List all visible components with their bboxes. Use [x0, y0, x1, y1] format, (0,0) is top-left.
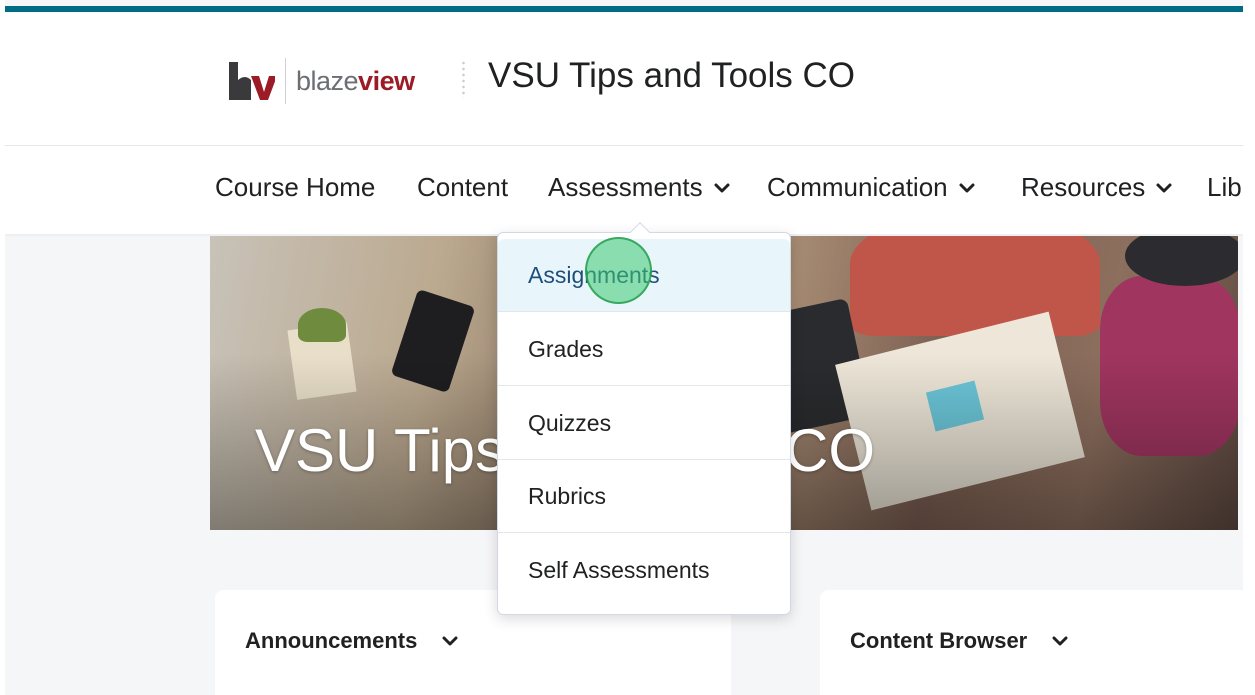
menu-item-self-assessments[interactable]: Self Assessments — [498, 534, 790, 607]
title-divider — [462, 60, 465, 98]
logo-text-light: blaze — [296, 65, 359, 96]
logo-text-bold: view — [358, 65, 415, 96]
menu-item-grades[interactable]: Grades — [498, 313, 790, 386]
widget-title: Content Browser — [850, 628, 1028, 653]
nav-label: Resources — [1021, 172, 1146, 202]
nav-label: Assessments — [548, 172, 703, 202]
menu-item-quizzes[interactable]: Quizzes — [498, 387, 790, 460]
nav-resources[interactable]: Resources — [1021, 172, 1173, 203]
nav-content[interactable]: Content — [417, 172, 508, 203]
nav-library[interactable]: Lib — [1207, 172, 1243, 203]
announcements-header[interactable]: Announcements — [245, 628, 459, 654]
nav-assessments[interactable]: Assessments — [548, 172, 731, 203]
chevron-down-icon[interactable] — [441, 635, 459, 647]
menu-item-label: Quizzes — [528, 409, 612, 436]
blazeview-logo[interactable]: blazeview — [227, 58, 415, 104]
menu-item-rubrics[interactable]: Rubrics — [498, 460, 790, 533]
chevron-down-icon — [959, 183, 975, 192]
blazeview-logo-icon — [229, 62, 275, 100]
banner-title-end: CO — [785, 417, 875, 484]
menu-item-label: Assignments — [528, 261, 660, 288]
menu-item-assignments[interactable]: Assignments — [498, 239, 790, 312]
right-gutter — [1243, 0, 1255, 695]
menu-item-label: Rubrics — [528, 482, 606, 509]
nav-label: Communication — [767, 172, 948, 202]
chevron-down-icon — [714, 183, 730, 192]
menu-item-label: Self Assessments — [528, 557, 710, 583]
course-title[interactable]: VSU Tips and Tools CO — [488, 56, 855, 96]
chevron-down-icon[interactable] — [1051, 635, 1069, 647]
content-browser-header[interactable]: Content Browser — [850, 628, 1069, 654]
widget-title: Announcements — [245, 628, 418, 653]
nav-label: Lib — [1207, 172, 1242, 202]
chevron-down-icon — [1156, 183, 1172, 192]
logo-divider — [285, 58, 286, 104]
logo-wordmark: blazeview — [296, 66, 415, 97]
nav-label: Course Home — [215, 172, 376, 202]
assessments-dropdown-menu: Assignments Grades Quizzes Rubrics Self … — [497, 222, 791, 615]
nav-label: Content — [417, 172, 509, 202]
nav-communication[interactable]: Communication — [767, 172, 976, 203]
banner-title-start: VSU Tips — [255, 417, 506, 484]
menu-item-label: Grades — [528, 335, 604, 362]
nav-course-home[interactable]: Course Home — [215, 172, 375, 203]
content-browser-widget: Content Browser — [820, 590, 1243, 695]
